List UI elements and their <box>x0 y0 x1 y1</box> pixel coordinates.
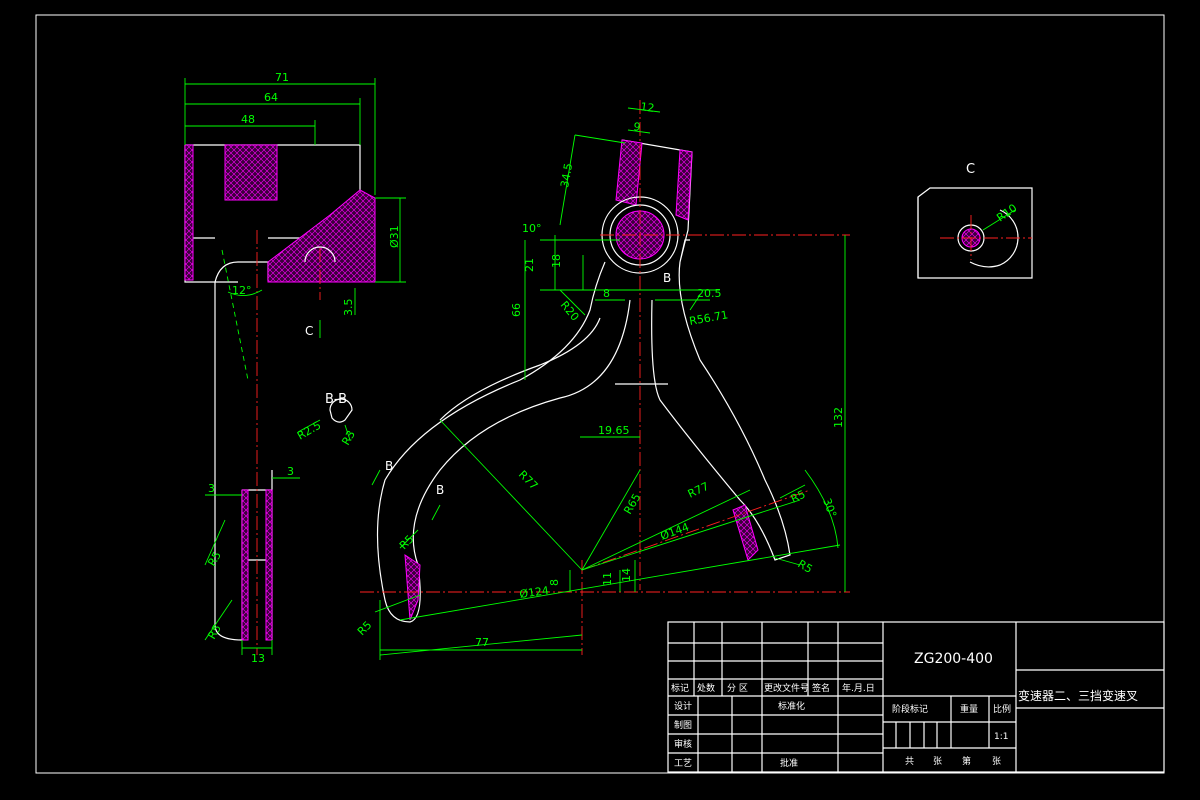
dim-angle-10: 10° <box>522 222 542 235</box>
dim-angle-12: 12° <box>232 284 252 297</box>
section-bb: B-B R2.5 R3 <box>295 392 358 448</box>
label-process: 工艺 <box>674 758 692 769</box>
header-zone: 分 区 <box>727 683 748 694</box>
dim-r20: R20 <box>558 299 582 324</box>
dim-132: 132 <box>832 407 845 428</box>
dim-angle-30: 30° <box>820 497 839 520</box>
dim-19-65: 19.65 <box>598 424 630 437</box>
label-stage-mark: 阶段标记 <box>892 703 928 715</box>
dim-12: 12 <box>640 100 656 115</box>
label-draw: 制图 <box>674 719 692 731</box>
hatch-fork-top <box>615 139 643 206</box>
hatch-block-top <box>224 144 278 201</box>
dim-3-5: 3.5 <box>342 299 355 317</box>
label-scale: 比例 <box>993 703 1011 715</box>
sheet-unit-2: 张 <box>992 756 1001 767</box>
sheet-index-label: 第 <box>962 755 971 767</box>
dim-r56-71: R56.71 <box>688 308 729 328</box>
hatch-wedge <box>267 189 376 283</box>
hatch-stem-right <box>265 489 273 641</box>
dim-18: 18 <box>550 254 563 268</box>
hatch-stem-left <box>241 489 249 641</box>
header-change-doc: 更改文件号 <box>764 682 809 694</box>
sheet-total-label: 共 <box>905 756 914 767</box>
dim-66: 66 <box>510 303 523 317</box>
dim-3-left: 3 <box>208 482 215 495</box>
dim-14: 14 <box>620 568 633 582</box>
header-count: 处数 <box>697 682 715 694</box>
dim-diameter-31: Ø31 <box>388 225 401 248</box>
dim-r5-lower: R5 <box>205 622 224 641</box>
arrow-b-label-1: B <box>385 459 393 473</box>
side-view: 71 64 48 Ø31 3.5 12° 3 3 R5 R5 13 C <box>184 71 406 665</box>
label-design: 设计 <box>674 700 692 712</box>
header-mark: 标记 <box>671 682 689 694</box>
detail-view-c: C R10 <box>917 162 1033 279</box>
dim-diameter-144: Ø144 <box>659 520 691 542</box>
drawing-number: ZG200-400 <box>914 651 993 667</box>
dim-r2-5: R2.5 <box>295 419 323 443</box>
hatch-fork-right <box>732 504 759 561</box>
hatch-fork-left <box>404 554 421 621</box>
dim-8-bottom: 8 <box>548 579 561 586</box>
front-view: 12 9 34.5 10° 21 18 8 20.5 R20 66 R56.71… <box>355 100 850 660</box>
view-c-label: C <box>966 162 975 177</box>
arrow-b-label-2: B <box>436 483 444 497</box>
dim-diameter-124: Ø124 <box>519 584 550 601</box>
dim-r77-left: R77 <box>516 468 540 492</box>
cad-drawing: 71 64 48 Ø31 3.5 12° 3 3 R5 R5 13 C B-B … <box>35 14 1165 774</box>
dim-8-top: 8 <box>603 287 610 300</box>
dim-3-right: 3 <box>287 465 294 478</box>
label-weight: 重量 <box>960 703 978 715</box>
dim-71: 71 <box>275 71 289 84</box>
header-sign: 签名 <box>812 682 830 694</box>
dim-21: 21 <box>523 258 536 272</box>
label-approve: 批准 <box>780 757 798 769</box>
sheet-unit-1: 张 <box>933 756 942 767</box>
dim-11: 11 <box>601 572 614 586</box>
dim-34-5: 34.5 <box>558 162 575 188</box>
dim-64: 64 <box>264 91 278 104</box>
dim-r77-right: R77 <box>686 480 711 501</box>
dim-77: 77 <box>475 636 489 649</box>
dim-r5-right-bottom: R5 <box>796 557 815 576</box>
hatch-left-top <box>184 144 194 281</box>
label-standardize: 标准化 <box>778 700 805 712</box>
dim-r3: R3 <box>339 428 358 447</box>
drawing-border <box>35 14 1165 774</box>
arrow-b-label-3: B <box>663 271 671 285</box>
scale-value: 1:1 <box>994 732 1008 742</box>
dim-48: 48 <box>241 113 255 126</box>
dim-r5-upper: R5 <box>205 549 224 568</box>
arrow-c-label: C <box>305 324 313 338</box>
label-check: 审核 <box>674 738 692 750</box>
dim-r5-left-bottom: R5 <box>355 619 375 639</box>
dim-13: 13 <box>251 652 265 665</box>
title-block: ZG200-400 变速器二、三挡变速叉 标记 处数 分 区 更改文件号 签名 … <box>667 621 1165 773</box>
header-date: 年.月.日 <box>842 682 875 694</box>
dim-20-5: 20.5 <box>697 287 722 300</box>
part-name: 变速器二、三挡变速叉 <box>1018 688 1138 703</box>
